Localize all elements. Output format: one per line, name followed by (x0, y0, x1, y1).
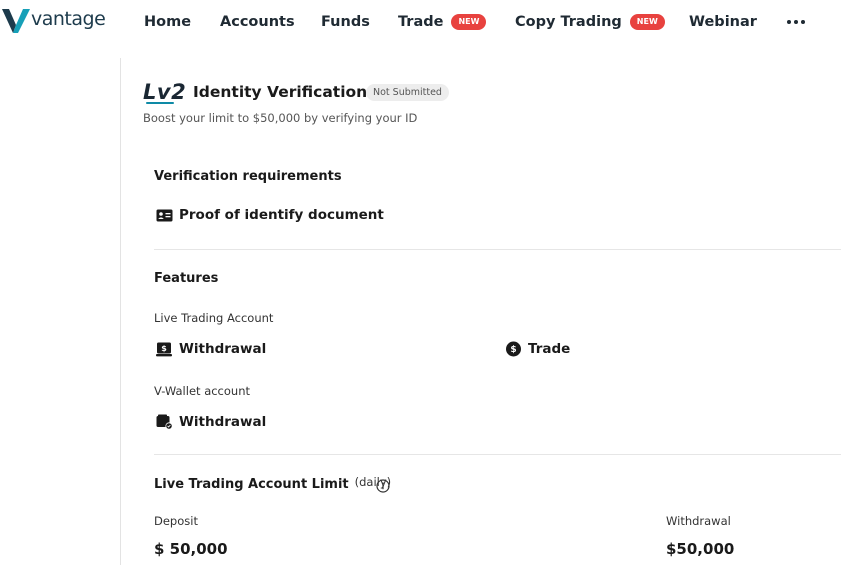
wallet-dollar-icon: $ (156, 342, 172, 356)
level-badge: Lv2 (143, 80, 187, 104)
nav-trade[interactable]: Trade NEW (398, 12, 487, 32)
nav-webinar[interactable]: Webinar (689, 12, 757, 32)
withdrawal-limit-label: Withdrawal (666, 514, 731, 528)
level-underline (146, 102, 174, 104)
nav-copy-trading-label: Copy Trading (515, 14, 622, 30)
live-trading-account-label: Live Trading Account (154, 311, 274, 325)
nav-funds[interactable]: Funds (321, 12, 370, 32)
features-title: Features (154, 271, 219, 286)
nav-trade-label: Trade (398, 14, 444, 30)
page-title: Identity Verification (193, 83, 368, 101)
nav-home-label: Home (144, 14, 192, 30)
svg-text:$: $ (161, 344, 167, 353)
info-icon[interactable] (376, 479, 390, 493)
requirement-item: Proof of identify document (156, 207, 384, 223)
more-horizontal-icon[interactable] (787, 19, 805, 25)
withdrawal-limit-value: $50,000 (666, 540, 735, 558)
nav-accounts-label: Accounts (220, 14, 295, 30)
feature-trade-label: Trade (528, 341, 571, 357)
nav-webinar-label: Webinar (689, 14, 757, 30)
sidebar-divider (120, 58, 121, 565)
wallet-check-icon (156, 414, 173, 430)
status-badge: Not Submitted (366, 84, 449, 101)
section-divider (154, 454, 841, 455)
feature-withdrawal-label: Withdrawal (179, 341, 267, 357)
brand-name: vantage (31, 8, 106, 30)
feature-vwallet-withdrawal-label: Withdrawal (179, 414, 267, 430)
section-divider (154, 249, 841, 250)
new-badge: NEW (629, 14, 665, 30)
limit-title-text: Live Trading Account Limit (154, 477, 349, 492)
nav-accounts[interactable]: Accounts (220, 12, 295, 32)
svg-text:$: $ (510, 345, 516, 355)
page-subtitle: Boost your limit to $50,000 by verifying… (143, 111, 418, 125)
feature-trade: $ Trade (505, 341, 570, 357)
vantage-logo-mark (2, 9, 30, 33)
dollar-circle-icon: $ (506, 341, 521, 357)
id-card-icon (156, 209, 173, 221)
feature-withdrawal: $ Withdrawal (156, 341, 266, 357)
v-wallet-account-label: V-Wallet account (154, 384, 251, 398)
nav-copy-trading[interactable]: Copy Trading NEW (515, 12, 665, 32)
new-badge: NEW (451, 14, 487, 30)
deposit-label: Deposit (154, 514, 198, 528)
deposit-value: $ 50,000 (154, 540, 228, 558)
vantage-logo[interactable]: vantage (2, 8, 106, 34)
limit-title: Live Trading Account Limit (daily) (154, 475, 391, 492)
feature-vwallet-withdrawal: Withdrawal (156, 414, 266, 430)
nav-home[interactable]: Home (144, 12, 191, 32)
top-navigation: vantage Home Accounts Funds Trade NEW Co… (0, 0, 841, 44)
requirement-label: Proof of identify document (179, 207, 384, 223)
nav-funds-label: Funds (321, 14, 370, 30)
requirements-title: Verification requirements (154, 169, 342, 184)
